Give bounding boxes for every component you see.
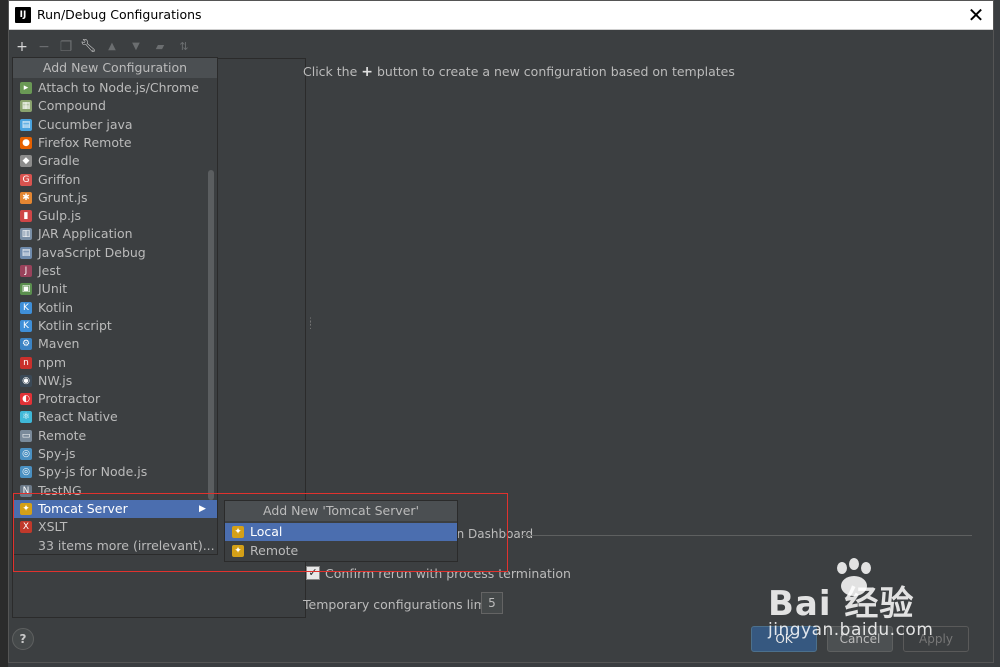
popup-item[interactable]: ✱ Grunt.js bbox=[13, 189, 217, 207]
nwjs-icon: ◉ bbox=[20, 374, 32, 387]
popup-item[interactable]: ▤ Cucumber java bbox=[13, 116, 217, 134]
popup-item-label: Griffon bbox=[38, 171, 81, 187]
popup-item[interactable]: ▦ Compound bbox=[13, 97, 217, 115]
spy-js-node-icon: ◎ bbox=[20, 466, 32, 479]
popup-item[interactable]: ▭ Remote bbox=[13, 427, 217, 445]
cucumber-icon: ▤ bbox=[20, 118, 32, 131]
watermark-brand: Bai 经验 bbox=[768, 584, 915, 624]
underlying-ide-edge bbox=[0, 0, 8, 667]
popup-item-label: JUnit bbox=[38, 281, 68, 297]
temp-limit-input[interactable]: 5 bbox=[481, 592, 503, 614]
minus-icon[interactable]: − bbox=[34, 37, 54, 57]
kotlin-script-icon: K bbox=[20, 319, 32, 332]
temp-limit-label: Temporary configurations limit: bbox=[303, 597, 499, 612]
popup-item-label: Firefox Remote bbox=[38, 134, 132, 150]
popup-item[interactable]: ◎ Spy-js for Node.js bbox=[13, 463, 217, 481]
jest-icon: J bbox=[20, 265, 32, 277]
popup-item[interactable]: ◆ Gradle bbox=[13, 152, 217, 170]
griffon-icon: G bbox=[20, 173, 32, 186]
popup-item-label: Jest bbox=[38, 263, 61, 278]
plus-icon: + bbox=[361, 64, 373, 80]
popup-item[interactable]: ◉ NW.js bbox=[13, 372, 217, 390]
popup-item-label: npm bbox=[38, 354, 67, 370]
folder-icon[interactable]: ▰ bbox=[150, 37, 170, 57]
popup-item[interactable]: ▣ JUnit bbox=[13, 280, 217, 298]
popup-item[interactable]: ⚛ React Native bbox=[13, 408, 217, 426]
popup-item[interactable]: ◐ Protractor bbox=[13, 390, 217, 408]
dialog-title: Run/Debug Configurations bbox=[37, 7, 202, 22]
popup-item-label: React Native bbox=[38, 409, 118, 425]
popup-item[interactable]: J Jest bbox=[13, 262, 217, 280]
popup-item-label: JAR Application bbox=[38, 226, 133, 242]
popup-item[interactable]: ▤ JavaScript Debug bbox=[13, 244, 217, 262]
npm-icon: n bbox=[20, 356, 32, 369]
popup-item-label: Gradle bbox=[38, 153, 80, 169]
gradle-icon: ◆ bbox=[20, 155, 32, 168]
protractor-icon: ◐ bbox=[20, 393, 32, 406]
popup-item-label: Kotlin bbox=[38, 299, 73, 315]
popup-item-label: Gulp.js bbox=[38, 208, 81, 224]
plus-icon[interactable]: + bbox=[12, 37, 32, 57]
grunt-icon: ✱ bbox=[20, 191, 32, 204]
popup-header: Add New Configuration bbox=[13, 58, 217, 78]
splitter-handle[interactable]: ⋮⋮ bbox=[306, 318, 315, 332]
watermark-url: jingyan.baidu.com bbox=[768, 620, 934, 640]
section-divider bbox=[522, 535, 972, 536]
attach-nodejs-icon: ▸ bbox=[20, 82, 32, 94]
popup-item-label: NW.js bbox=[38, 372, 73, 388]
wrench-icon[interactable]: 🔧︎ bbox=[78, 37, 98, 57]
popup-item-label: Attach to Node.js/Chrome bbox=[38, 80, 199, 95]
close-icon[interactable]: ✕ bbox=[965, 4, 987, 26]
popup-item-label: Remote bbox=[38, 427, 87, 443]
popup-item-label: Spy-js bbox=[38, 446, 76, 461]
popup-item-label: Protractor bbox=[38, 391, 101, 407]
popup-item-label: Maven bbox=[38, 336, 80, 352]
popup-item[interactable]: ▮ Gulp.js bbox=[13, 207, 217, 225]
gulp-icon: ▮ bbox=[20, 210, 32, 223]
kotlin-icon: K bbox=[20, 301, 32, 314]
popup-item[interactable]: ◎ Spy-js bbox=[13, 445, 217, 463]
compound-icon: ▦ bbox=[20, 100, 32, 113]
popup-item[interactable]: K Kotlin bbox=[13, 299, 217, 317]
popup-item-label: Spy-js for Node.js bbox=[38, 464, 148, 480]
title-bar: IJ Run/Debug Configurations ✕ bbox=[9, 1, 993, 30]
arrow-down-icon[interactable]: ▼ bbox=[126, 37, 146, 57]
popup-item-label: Cucumber java bbox=[38, 116, 133, 132]
help-button[interactable]: ? bbox=[12, 628, 34, 650]
firefox-icon: ● bbox=[20, 136, 32, 149]
react-native-icon: ⚛ bbox=[20, 411, 32, 424]
sort-icon[interactable]: ⇅ bbox=[174, 37, 194, 57]
popup-item-label: Grunt.js bbox=[38, 189, 88, 205]
empty-hint-text: Click the + button to create a new confi… bbox=[303, 64, 735, 80]
baidu-watermark: Bai 经验 jingyan.baidu.com bbox=[760, 558, 980, 648]
junit-icon: ▣ bbox=[20, 283, 32, 296]
popup-item[interactable]: K Kotlin script bbox=[13, 317, 217, 335]
intellij-logo-icon: IJ bbox=[15, 7, 31, 23]
add-configuration-popup: Add New Configuration ▸ Attach to Node.js… bbox=[12, 57, 218, 555]
popup-item[interactable]: ● Firefox Remote bbox=[13, 134, 217, 152]
popup-item[interactable]: ⚙ Maven bbox=[13, 335, 217, 353]
popup-item[interactable]: ▥ JAR Application bbox=[13, 225, 217, 243]
popup-item[interactable]: ▸ Attach to Node.js/Chrome bbox=[13, 79, 217, 97]
popup-item[interactable]: n npm bbox=[13, 354, 217, 372]
copy-icon[interactable]: ❐ bbox=[56, 37, 76, 57]
annotation-highlight-box bbox=[13, 493, 508, 572]
js-debug-icon: ▤ bbox=[20, 246, 32, 259]
popup-item-label: Kotlin script bbox=[38, 317, 112, 333]
arrow-up-icon[interactable]: ▲ bbox=[102, 37, 122, 57]
popup-item-label: Compound bbox=[38, 98, 106, 114]
maven-icon: ⚙ bbox=[20, 338, 32, 351]
remote-icon: ▭ bbox=[20, 429, 32, 442]
spy-js-icon: ◎ bbox=[20, 448, 32, 460]
popup-item[interactable]: G Griffon bbox=[13, 171, 217, 189]
popup-item-label: JavaScript Debug bbox=[38, 244, 146, 260]
popup-scrollbar-thumb[interactable] bbox=[208, 170, 214, 500]
jar-icon: ▥ bbox=[20, 228, 32, 241]
